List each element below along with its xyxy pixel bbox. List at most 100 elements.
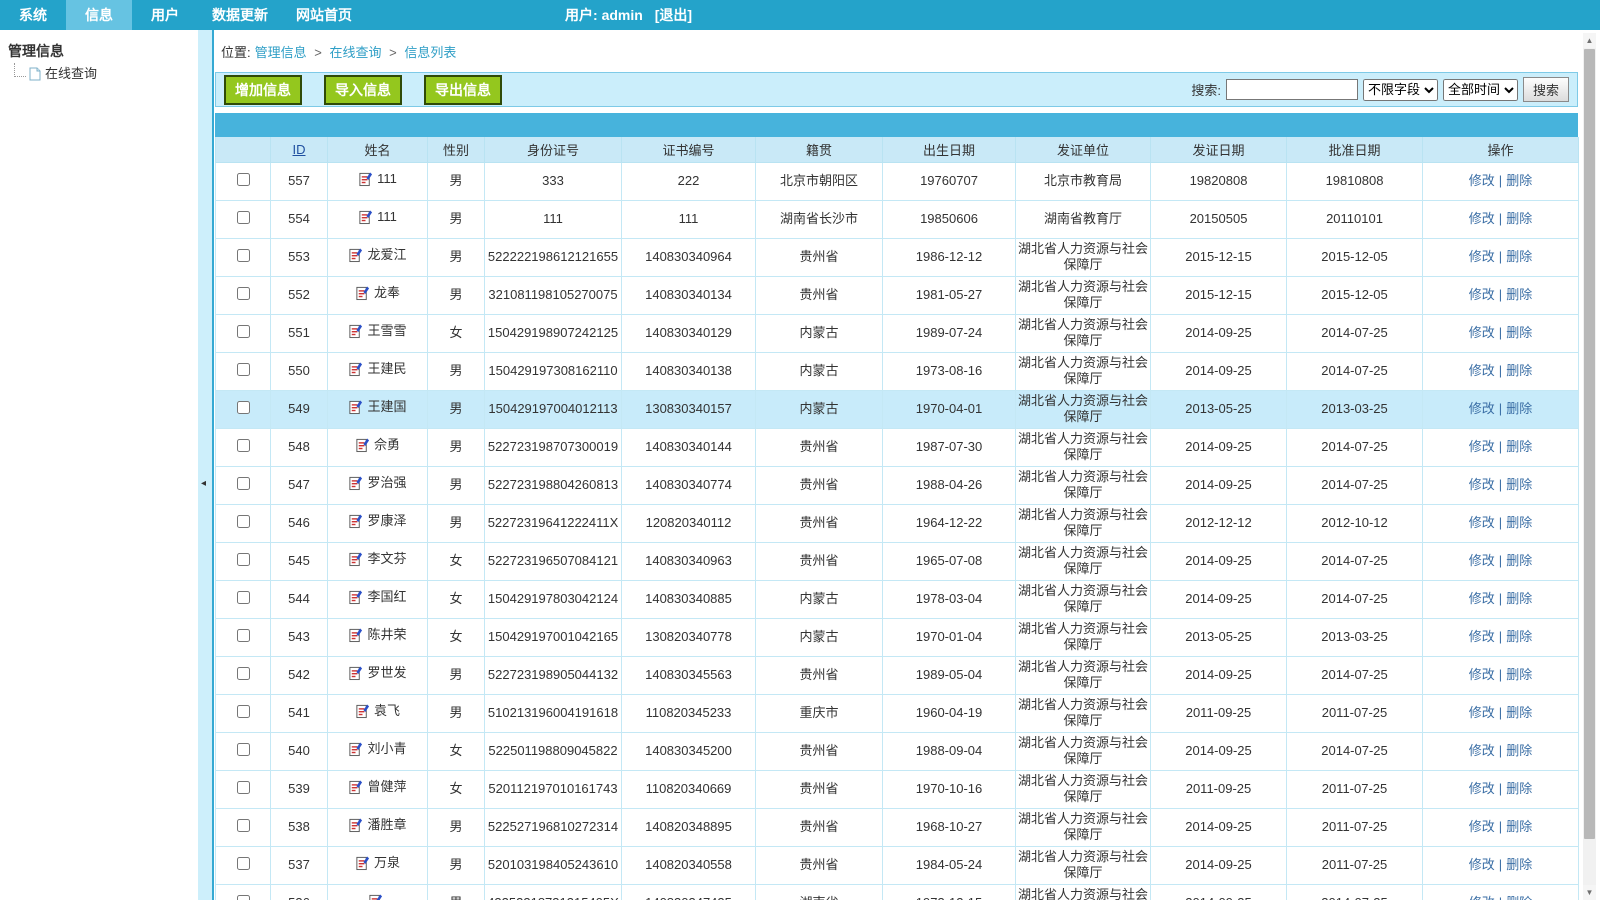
edit-doc-icon[interactable]: [348, 247, 363, 263]
edit-doc-icon[interactable]: [368, 893, 383, 900]
column-header-3[interactable]: 身份证号: [485, 137, 622, 162]
row-checkbox[interactable]: [237, 401, 250, 414]
delete-link[interactable]: 删除: [1506, 857, 1532, 872]
row-checkbox[interactable]: [237, 173, 250, 186]
delete-link[interactable]: 删除: [1506, 667, 1532, 682]
row-checkbox[interactable]: [237, 895, 250, 900]
scroll-up-icon[interactable]: ▲: [1583, 33, 1596, 48]
column-header-1[interactable]: 姓名: [328, 137, 428, 162]
edit-doc-icon[interactable]: [348, 627, 363, 643]
column-header-8[interactable]: 发证日期: [1151, 137, 1287, 162]
delete-link[interactable]: 删除: [1506, 439, 1532, 454]
delete-link[interactable]: 删除: [1506, 591, 1532, 606]
row-checkbox[interactable]: [237, 819, 250, 832]
edit-doc-icon[interactable]: [348, 323, 363, 339]
edit-link[interactable]: 修改: [1469, 211, 1495, 226]
edit-link[interactable]: 修改: [1469, 629, 1495, 644]
column-header-0[interactable]: ID: [271, 137, 328, 162]
edit-link[interactable]: 修改: [1469, 363, 1495, 378]
edit-link[interactable]: 修改: [1469, 173, 1495, 188]
delete-link[interactable]: 删除: [1506, 287, 1532, 302]
nav-tab-site-home[interactable]: 网站首页: [282, 0, 366, 30]
edit-doc-icon[interactable]: [358, 171, 373, 187]
column-header-10[interactable]: 操作: [1423, 137, 1579, 162]
delete-link[interactable]: 删除: [1506, 211, 1532, 226]
delete-link[interactable]: 删除: [1506, 743, 1532, 758]
edit-link[interactable]: 修改: [1469, 895, 1495, 900]
edit-doc-icon[interactable]: [358, 209, 373, 225]
import-info-button[interactable]: 导入信息: [324, 75, 402, 105]
edit-link[interactable]: 修改: [1469, 591, 1495, 606]
row-checkbox[interactable]: [237, 325, 250, 338]
breadcrumb-link[interactable]: 管理信息: [255, 45, 307, 60]
delete-link[interactable]: 删除: [1506, 819, 1532, 834]
row-checkbox[interactable]: [237, 439, 250, 452]
nav-tab-users[interactable]: 用户: [132, 0, 198, 30]
edit-doc-icon[interactable]: [348, 779, 363, 795]
row-checkbox[interactable]: [237, 591, 250, 604]
edit-link[interactable]: 修改: [1469, 705, 1495, 720]
edit-doc-icon[interactable]: [355, 855, 370, 871]
breadcrumb-link[interactable]: 在线查询: [329, 45, 381, 60]
edit-link[interactable]: 修改: [1469, 515, 1495, 530]
time-select[interactable]: 全部时间: [1443, 79, 1518, 101]
scroll-down-icon[interactable]: ▼: [1583, 885, 1596, 900]
add-info-button[interactable]: 增加信息: [224, 75, 302, 105]
column-header-7[interactable]: 发证单位: [1016, 137, 1151, 162]
edit-doc-icon[interactable]: [355, 703, 370, 719]
delete-link[interactable]: 删除: [1506, 895, 1532, 900]
edit-doc-icon[interactable]: [348, 475, 363, 491]
row-checkbox[interactable]: [237, 249, 250, 262]
edit-link[interactable]: 修改: [1469, 819, 1495, 834]
edit-link[interactable]: 修改: [1469, 477, 1495, 492]
row-checkbox[interactable]: [237, 553, 250, 566]
edit-doc-icon[interactable]: [348, 589, 363, 605]
delete-link[interactable]: 删除: [1506, 249, 1532, 264]
row-checkbox[interactable]: [237, 477, 250, 490]
edit-link[interactable]: 修改: [1469, 553, 1495, 568]
row-checkbox[interactable]: [237, 211, 250, 224]
delete-link[interactable]: 删除: [1506, 705, 1532, 720]
row-checkbox[interactable]: [237, 781, 250, 794]
nav-tab-info[interactable]: 信息: [66, 0, 132, 30]
edit-link[interactable]: 修改: [1469, 287, 1495, 302]
row-checkbox[interactable]: [237, 857, 250, 870]
row-checkbox[interactable]: [237, 667, 250, 680]
edit-doc-icon[interactable]: [348, 361, 363, 377]
nav-tab-system[interactable]: 系统: [0, 0, 66, 30]
column-header-2[interactable]: 性别: [428, 137, 485, 162]
delete-link[interactable]: 删除: [1506, 515, 1532, 530]
delete-link[interactable]: 删除: [1506, 553, 1532, 568]
edit-link[interactable]: 修改: [1469, 325, 1495, 340]
breadcrumb-link[interactable]: 信息列表: [404, 45, 456, 60]
edit-link[interactable]: 修改: [1469, 439, 1495, 454]
edit-link[interactable]: 修改: [1469, 667, 1495, 682]
row-checkbox[interactable]: [237, 629, 250, 642]
collapse-arrow-icon[interactable]: ◂: [201, 478, 206, 489]
edit-link[interactable]: 修改: [1469, 857, 1495, 872]
edit-doc-icon[interactable]: [355, 285, 370, 301]
vertical-scrollbar[interactable]: ▲ ▼: [1583, 33, 1596, 900]
edit-link[interactable]: 修改: [1469, 401, 1495, 416]
delete-link[interactable]: 删除: [1506, 401, 1532, 416]
column-header-6[interactable]: 出生日期: [883, 137, 1016, 162]
sidebar-splitter[interactable]: ◂: [198, 30, 214, 900]
edit-link[interactable]: 修改: [1469, 743, 1495, 758]
row-checkbox[interactable]: [237, 363, 250, 376]
nav-tab-data-update[interactable]: 数据更新: [198, 0, 282, 30]
sidebar-item-online-query[interactable]: 在线查询: [0, 65, 198, 83]
edit-doc-icon[interactable]: [348, 741, 363, 757]
export-info-button[interactable]: 导出信息: [424, 75, 502, 105]
row-checkbox[interactable]: [237, 287, 250, 300]
search-button[interactable]: 搜索: [1523, 77, 1569, 102]
id-sort-link[interactable]: ID: [293, 142, 306, 157]
edit-doc-icon[interactable]: [348, 551, 363, 567]
search-input[interactable]: [1226, 79, 1358, 100]
delete-link[interactable]: 删除: [1506, 781, 1532, 796]
column-header-5[interactable]: 籍贯: [756, 137, 883, 162]
column-header-4[interactable]: 证书编号: [622, 137, 756, 162]
logout-link[interactable]: [退出]: [655, 7, 692, 23]
column-header-9[interactable]: 批准日期: [1287, 137, 1423, 162]
delete-link[interactable]: 删除: [1506, 477, 1532, 492]
delete-link[interactable]: 删除: [1506, 173, 1532, 188]
